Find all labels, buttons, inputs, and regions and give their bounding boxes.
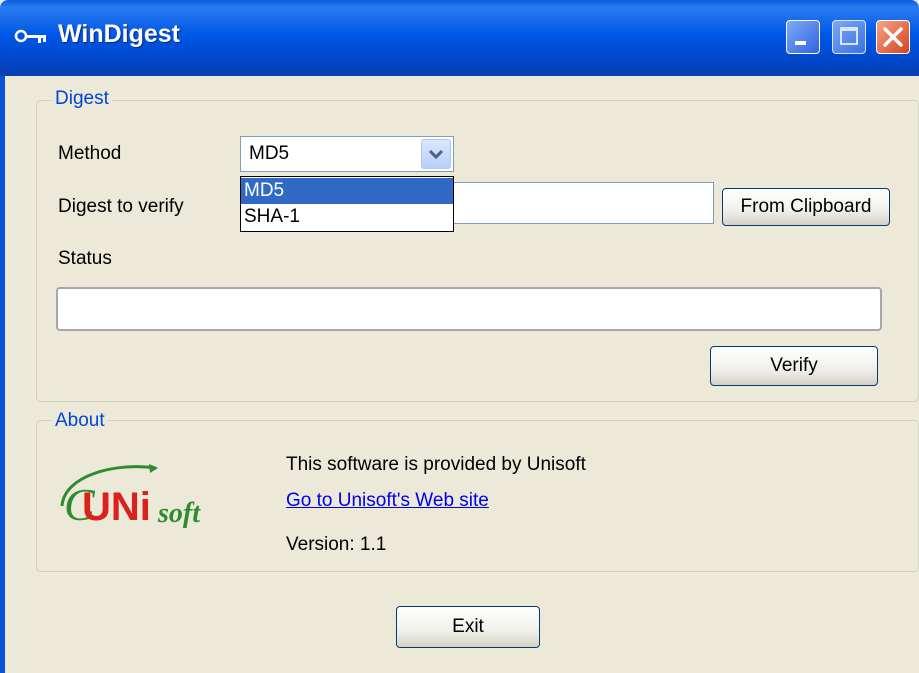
- key-icon: [14, 29, 46, 43]
- provided-by-text: This software is provided by Unisoft: [286, 454, 586, 475]
- unisoft-logo: C UNi soft: [60, 464, 201, 530]
- verify-label: Verify: [770, 355, 818, 376]
- digest-legend: Digest: [52, 88, 112, 110]
- combobox-dropdown-button[interactable]: [421, 139, 451, 169]
- method-combobox[interactable]: MD5: [240, 136, 454, 172]
- digest-to-verify-label: Digest to verify: [58, 196, 184, 217]
- svg-text:UNi: UNi: [82, 485, 151, 529]
- window-frame-left: [0, 76, 5, 673]
- method-option-sha1[interactable]: SHA-1: [241, 204, 453, 230]
- exit-button[interactable]: Exit: [396, 606, 540, 648]
- svg-text:soft: soft: [157, 498, 201, 529]
- maximize-button[interactable]: [832, 20, 866, 54]
- chevron-down-icon: [428, 149, 444, 160]
- method-selected-value: MD5: [249, 143, 290, 164]
- method-label: Method: [58, 143, 122, 164]
- exit-label: Exit: [452, 616, 484, 637]
- from-clipboard-button[interactable]: From Clipboard: [722, 188, 890, 226]
- close-icon: [883, 27, 903, 47]
- about-legend: About: [52, 410, 108, 432]
- method-dropdown-list: MD5 SHA-1: [240, 176, 454, 232]
- digest-input[interactable]: [454, 182, 714, 224]
- from-clipboard-label: From Clipboard: [740, 196, 872, 217]
- version-text: Version: 1.1: [286, 534, 387, 555]
- close-button[interactable]: [876, 20, 910, 54]
- status-label: Status: [58, 248, 112, 269]
- unisoft-website-link[interactable]: Go to Unisoft's Web site: [286, 490, 489, 512]
- minimize-button[interactable]: [786, 20, 820, 54]
- method-option-md5[interactable]: MD5: [241, 178, 453, 204]
- windigest-window: WinDigest Digest Method MD5 Digest to ve…: [0, 0, 919, 673]
- minimize-icon: [795, 41, 806, 45]
- verify-button[interactable]: Verify: [710, 346, 878, 386]
- method-option-sha1-label: SHA-1: [244, 206, 300, 227]
- maximize-icon: [840, 27, 858, 45]
- method-option-md5-label: MD5: [244, 180, 285, 201]
- status-field: [56, 287, 882, 331]
- window-title: WinDigest: [58, 20, 180, 48]
- title-bar[interactable]: WinDigest: [0, 0, 919, 76]
